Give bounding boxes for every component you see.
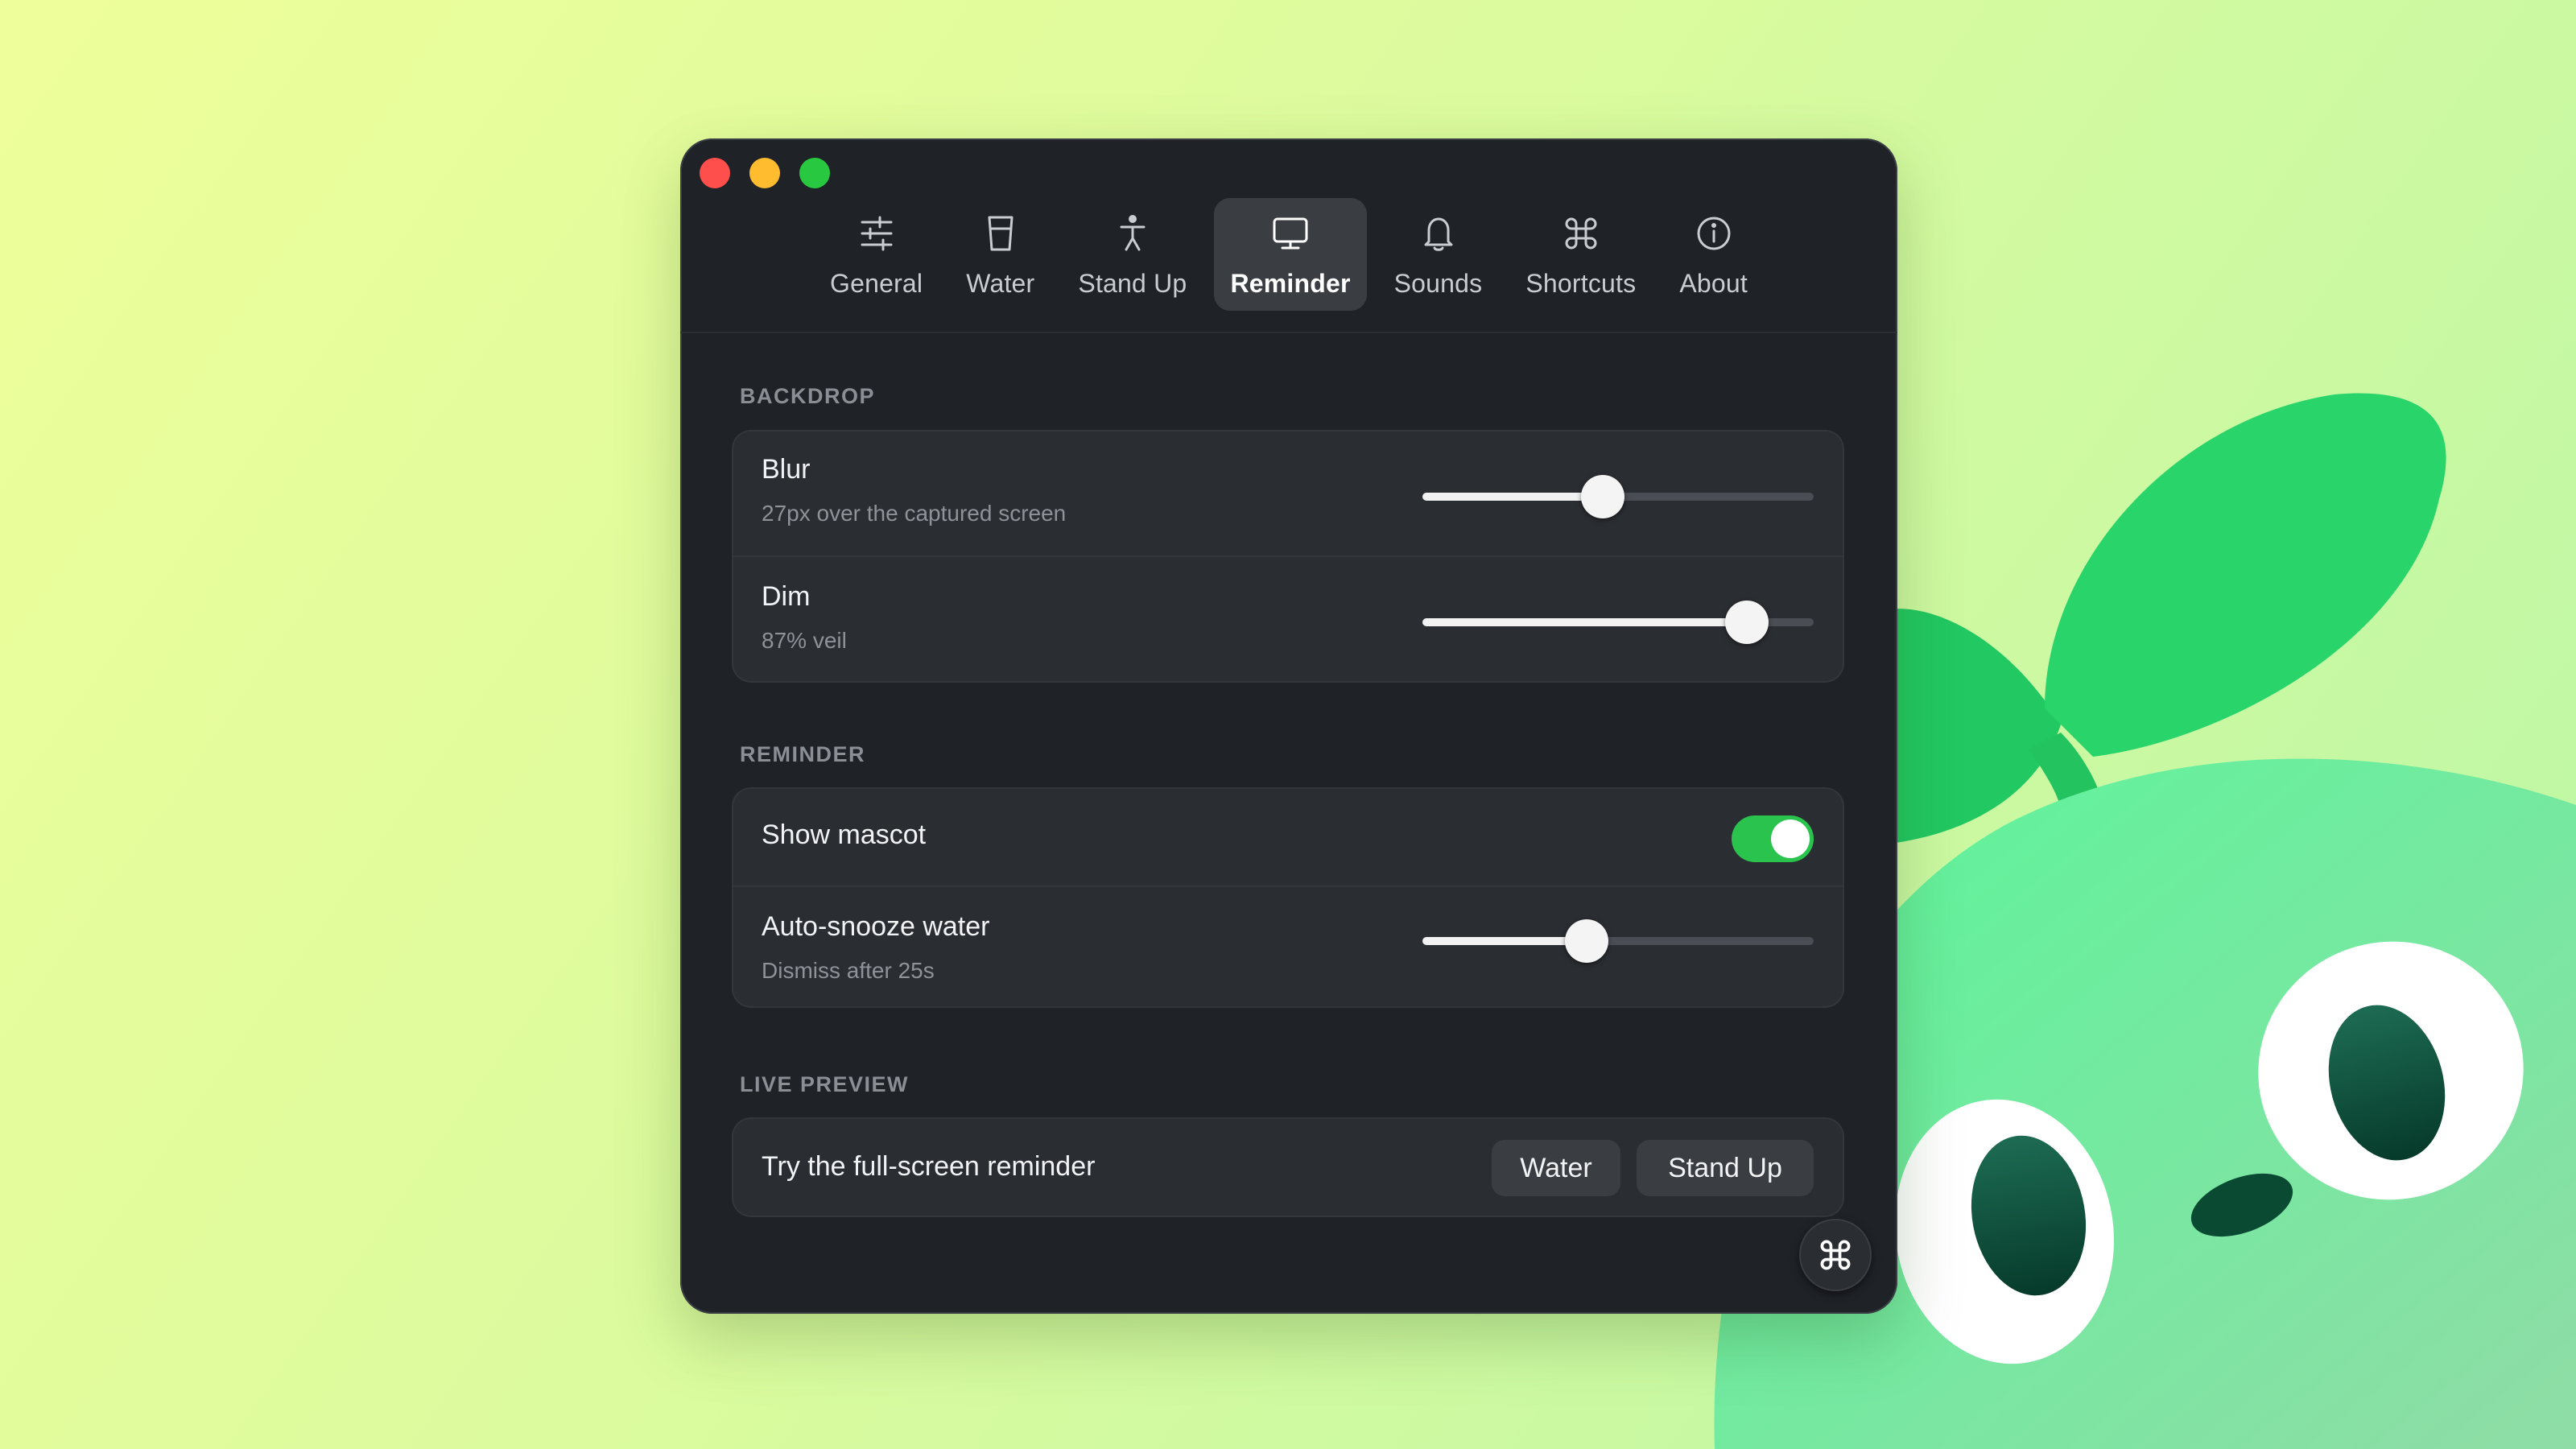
tab-label: Water <box>966 269 1035 298</box>
zoom-button[interactable] <box>799 158 830 188</box>
dim-slider[interactable] <box>1422 601 1814 644</box>
section-title-backdrop: BACKDROP <box>740 384 876 408</box>
close-button[interactable] <box>700 158 730 188</box>
slider-fill <box>1422 493 1603 501</box>
tab-label: Reminder <box>1230 269 1351 298</box>
live-preview-row: Try the full-screen reminder Water Stand… <box>732 1117 1844 1217</box>
auto-snooze-label: Auto-snooze water <box>762 911 990 942</box>
blur-description: 27px over the captured screen <box>762 501 1067 526</box>
tab-label: Stand Up <box>1078 269 1187 298</box>
blur-row: Blur 27px over the captured screen <box>732 430 1844 555</box>
tab-bar: General Water Stand Up Reminder Sounds S… <box>680 198 1897 311</box>
live-preview-label: Try the full-screen reminder <box>762 1151 1096 1182</box>
tab-stand-up[interactable]: Stand Up <box>1062 198 1203 311</box>
tab-label: Sounds <box>1393 269 1483 298</box>
auto-snooze-description: Dismiss after 25s <box>762 958 935 983</box>
minimize-button[interactable] <box>749 158 780 188</box>
slider-fill <box>1422 937 1587 945</box>
slider-thumb[interactable] <box>1565 919 1609 963</box>
tab-water[interactable]: Water <box>950 198 1051 311</box>
dim-row: Dim 87% veil <box>732 557 1844 683</box>
tab-general[interactable]: General <box>814 198 939 311</box>
info-icon <box>1697 217 1731 250</box>
tab-label: General <box>830 269 923 298</box>
show-mascot-row: Show mascot <box>732 787 1844 886</box>
dim-description: 87% veil <box>762 628 847 653</box>
auto-snooze-slider[interactable] <box>1422 919 1814 963</box>
show-mascot-toggle[interactable] <box>1732 815 1814 862</box>
dim-label: Dim <box>762 581 811 612</box>
slider-fill <box>1422 618 1748 626</box>
reminder-card: Show mascot Auto-snooze water Dismiss af… <box>732 787 1844 1008</box>
command-icon <box>1565 217 1597 250</box>
command-palette-button[interactable] <box>1799 1219 1872 1291</box>
toggle-knob <box>1771 819 1810 858</box>
command-icon <box>1820 1240 1851 1270</box>
figure-icon <box>1120 215 1146 251</box>
preview-standup-button[interactable]: Stand Up <box>1637 1140 1814 1196</box>
glass-icon <box>988 216 1013 251</box>
auto-snooze-row: Auto-snooze water Dismiss after 25s <box>732 887 1844 1008</box>
preview-water-button[interactable]: Water <box>1492 1140 1620 1196</box>
backdrop-card: Blur 27px over the captured screen Dim 8… <box>732 430 1844 683</box>
tab-about[interactable]: About <box>1663 198 1764 311</box>
tab-reminder[interactable]: Reminder <box>1214 198 1367 311</box>
section-title-reminder: REMINDER <box>740 742 866 766</box>
preferences-window: General Water Stand Up Reminder Sounds S… <box>680 138 1897 1314</box>
show-mascot-label: Show mascot <box>762 819 927 850</box>
sliders-icon <box>861 216 893 251</box>
bell-icon <box>1424 217 1452 251</box>
toolbar-divider <box>680 332 1897 333</box>
tab-sounds[interactable]: Sounds <box>1378 198 1499 311</box>
slider-thumb[interactable] <box>1725 601 1769 644</box>
window-controls <box>700 158 830 188</box>
blur-slider[interactable] <box>1422 475 1814 518</box>
tab-label: Shortcuts <box>1525 269 1637 298</box>
section-title-live-preview: LIVE PREVIEW <box>740 1072 910 1096</box>
monitor-icon <box>1273 217 1308 250</box>
slider-thumb[interactable] <box>1580 475 1624 518</box>
live-preview-card: Try the full-screen reminder Water Stand… <box>732 1117 1844 1217</box>
blur-label: Blur <box>762 454 811 485</box>
tab-shortcuts[interactable]: Shortcuts <box>1509 198 1652 311</box>
tab-label: About <box>1679 269 1748 298</box>
